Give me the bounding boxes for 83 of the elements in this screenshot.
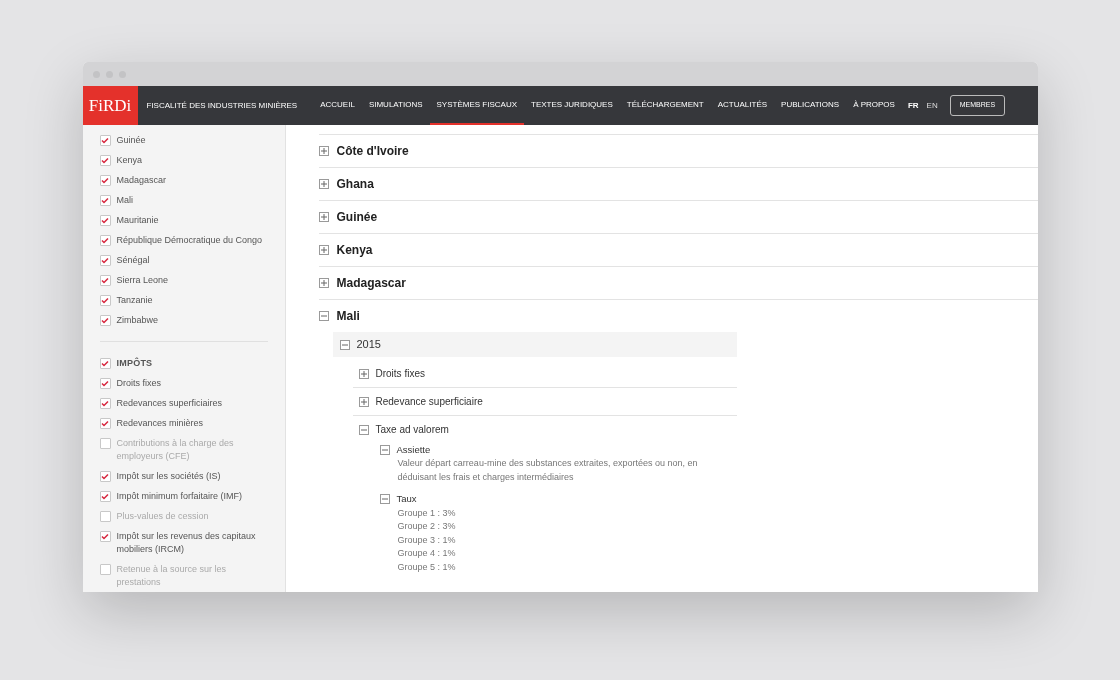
filter-label: Sénégal <box>116 253 150 267</box>
nav-link[interactable]: SYSTÈMES FISCAUX <box>429 86 524 125</box>
section-text: Groupe 1 : 3% <box>397 506 457 520</box>
filter-label: Impôt sur les revenus des capitaux mobiliers (IRCM) <box>116 529 257 556</box>
tax-title[interactable]: Taxe ad valorem <box>375 422 449 437</box>
expand-icon[interactable] <box>318 146 329 156</box>
country-title[interactable]: Côte d'Ivoire <box>336 142 409 160</box>
checkbox[interactable] <box>99 510 111 522</box>
checkbox[interactable] <box>99 417 111 429</box>
filter-label: Madagascar <box>116 173 167 187</box>
checkbox[interactable] <box>99 314 111 326</box>
section-title[interactable]: Taux <box>396 492 417 507</box>
country-title[interactable]: Kenya <box>336 241 373 259</box>
section-text: Groupe 3 : 1% <box>397 533 457 547</box>
checkbox[interactable] <box>99 274 111 286</box>
filter-label: Plus-values de cession <box>116 509 209 523</box>
checkbox[interactable] <box>99 234 111 246</box>
collapse-icon[interactable] <box>339 339 350 350</box>
filter-label: Redevances minières <box>116 416 204 430</box>
expand-icon[interactable] <box>318 245 329 255</box>
filter-label: Guinée <box>116 133 146 147</box>
language-link[interactable]: EN <box>926 99 938 112</box>
checkbox[interactable] <box>99 134 111 146</box>
checkbox[interactable] <box>99 437 111 449</box>
country-title[interactable]: Madagascar <box>336 274 406 292</box>
checkbox[interactable] <box>99 174 111 186</box>
nav-link[interactable]: ACCUEIL <box>313 86 362 125</box>
collapse-icon[interactable] <box>379 494 390 505</box>
filter-label: Retenue à la source sur les prestations <box>116 562 228 589</box>
checkbox[interactable] <box>99 563 111 575</box>
checkbox[interactable] <box>99 214 111 226</box>
filter-label: Sierra Leone <box>116 273 169 287</box>
section-text: Groupe 2 : 3% <box>397 520 457 533</box>
filter-label: Redevances superficiaires <box>116 396 223 410</box>
nav-link[interactable]: TÉLÉCHARGEMENT <box>619 86 711 125</box>
language-link[interactable]: FR <box>907 99 919 112</box>
checkbox[interactable] <box>99 397 111 409</box>
filter-label: Impôt minimum forfaitaire (IMF) <box>116 489 243 503</box>
checkbox[interactable] <box>99 530 111 542</box>
nav-link[interactable]: PUBLICATIONS <box>774 86 847 125</box>
logo[interactable]: FiRDi <box>82 86 138 125</box>
year-label: 2015 <box>356 337 381 353</box>
tax-title[interactable]: Redevance superficiaire <box>375 394 483 409</box>
filter-label: Mauritanie <box>116 213 159 227</box>
site-title: FISCALITÉ DES INDUSTRIES MINIÈRES <box>146 99 298 112</box>
section-text: Groupe 4 : 1% <box>397 547 457 560</box>
checkbox[interactable] <box>99 377 111 389</box>
checkbox[interactable] <box>99 154 111 166</box>
checkbox[interactable] <box>99 254 111 266</box>
year-header[interactable]: 2015 <box>332 332 737 357</box>
filter-label: Kenya <box>116 153 143 167</box>
expand-icon[interactable] <box>358 368 369 379</box>
filter-label: IMPÔTS <box>116 356 153 370</box>
checkbox[interactable] <box>99 294 111 306</box>
expand-icon[interactable] <box>318 179 329 189</box>
section-text: Groupe 5 : 1% <box>397 560 457 574</box>
nav-link[interactable]: SIMULATIONS <box>361 86 430 125</box>
filter-label: Mali <box>116 193 133 207</box>
expand-icon[interactable] <box>318 278 329 288</box>
nav-link[interactable]: ACTUALITÉS <box>710 86 775 125</box>
country-title[interactable]: Ghana <box>336 175 374 193</box>
section-title[interactable]: Assiette <box>396 443 431 458</box>
filter-label: République Démocratique du Congo <box>116 233 263 247</box>
collapse-icon[interactable] <box>318 311 329 321</box>
expand-icon[interactable] <box>358 396 369 407</box>
collapse-icon[interactable] <box>379 445 390 456</box>
checkbox[interactable] <box>99 470 111 482</box>
country-title[interactable]: Guinée <box>336 208 378 226</box>
checkbox[interactable] <box>99 194 111 206</box>
filter-label: Zimbabwe <box>116 313 158 327</box>
checkbox[interactable] <box>99 357 111 369</box>
filter-label: Contributions à la charge des employeurs (CFE) <box>116 436 235 463</box>
tax-title[interactable]: Droits fixes <box>375 366 425 381</box>
filter-label: Impôt sur les sociétés (IS) <box>116 469 221 483</box>
filter-label: Droits fixes <box>116 376 161 390</box>
nav-link[interactable]: À PROPOS <box>846 86 902 125</box>
nav-link[interactable]: TEXTES JURIDIQUES <box>524 86 620 125</box>
filter-label: Tanzanie <box>116 293 153 307</box>
checkbox[interactable] <box>99 490 111 502</box>
expand-icon[interactable] <box>318 212 329 222</box>
collapse-icon[interactable] <box>358 424 369 435</box>
section-text: Valeur départ carreau-mine des substances extraites, exportées ou non, en déduisant les frais et charges intermédiaires <box>397 457 699 484</box>
country-title[interactable]: Mali <box>336 307 360 325</box>
